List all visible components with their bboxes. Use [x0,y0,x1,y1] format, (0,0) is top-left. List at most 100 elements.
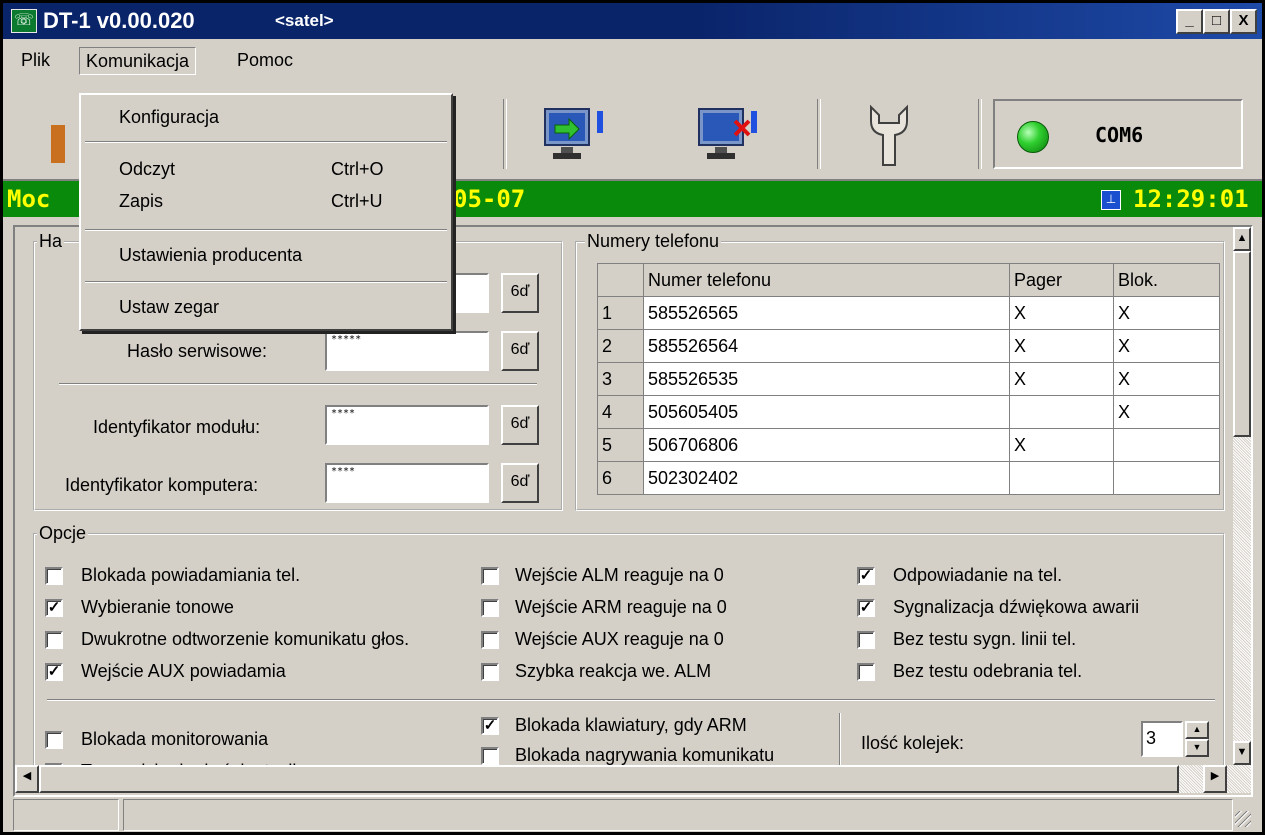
menu-plik[interactable]: Plik [15,47,56,73]
checkbox-col1-2[interactable] [45,631,63,649]
show-password-button[interactable]: 6ď [501,273,539,313]
checkbox-col3-3[interactable] [857,663,875,681]
menu-pomoc[interactable]: Pomoc [231,47,299,73]
phone-numbers-table[interactable]: Numer telefonu Pager Blok. 1 585526565 X… [597,263,1220,495]
option-label[interactable]: Wejście ARM reaguje na 0 [515,595,727,619]
resize-grip-icon[interactable] [1235,811,1251,827]
menu-item-ustawienia-producenta[interactable]: Ustawienia producenta [119,243,302,267]
blok-cell[interactable]: X [1113,296,1220,330]
menu-item-konfiguracja[interactable]: Konfiguracja [119,105,219,129]
menu-item-ustaw-zegar[interactable]: Ustaw zegar [119,295,219,319]
app-phone-icon[interactable]: ☏ [11,9,37,33]
minimize-button[interactable]: _ [1176,9,1203,34]
option-label[interactable]: Wejście ALM reaguje na 0 [515,563,724,587]
clock-time: 12:29:01 [1133,185,1249,213]
option-label[interactable]: Blokada powiadamiania tel. [81,563,300,587]
pager-cell[interactable]: X [1009,296,1114,330]
phone-number-cell[interactable]: 506706806 [643,428,1010,462]
scroll-thumb[interactable] [1233,251,1251,437]
pager-cell[interactable]: X [1009,362,1114,396]
option-label[interactable]: Wybieranie tonowe [81,595,234,619]
checkbox-lower1-0[interactable] [45,731,63,749]
option-label[interactable]: Blokada monitorowania [81,727,268,751]
status-pane [123,799,1233,831]
scroll-down-icon[interactable]: ▼ [1233,741,1251,765]
scroll-left-icon[interactable]: ◀ [15,765,39,793]
checkbox-col1-0[interactable] [45,567,63,585]
menu-item-zapis[interactable]: Zapis [119,189,163,213]
table-row[interactable]: 1 585526565 X X [597,296,1220,330]
clock-icon[interactable]: ⊥ [1101,190,1121,210]
close-button[interactable]: X [1230,9,1257,34]
computer-id-field[interactable]: **** [325,463,489,503]
phone-numbers-group: Numery telefonu Numer telefonu Pager Blo… [575,230,1225,511]
queue-count-stepper[interactable]: ▲ ▼ [1185,721,1209,757]
checkbox-col1-3[interactable]: ✓ [45,663,63,681]
table-row[interactable]: 5 506706806 X [597,428,1220,462]
service-password-field[interactable]: ***** [325,331,489,371]
stepper-down-icon[interactable]: ▼ [1185,739,1209,757]
maximize-button[interactable]: □ [1203,9,1230,34]
option-label[interactable]: Wejście AUX reaguje na 0 [515,627,724,651]
blok-cell[interactable]: X [1113,395,1220,429]
option-label[interactable]: Blokada nagrywania komunikatu [515,743,774,767]
show-computer-id-button[interactable]: 6ď [501,463,539,503]
monitor-disconnect-icon[interactable] [697,107,767,172]
queue-count-input[interactable]: 3 [1141,721,1183,757]
phone-number-cell[interactable]: 585526564 [643,329,1010,363]
window-title: DT-1 v0.00.020 [43,8,195,33]
checkbox-col3-1[interactable]: ✓ [857,599,875,617]
row-number: 3 [597,362,644,396]
blok-cell[interactable] [1113,428,1220,462]
option-label[interactable]: Sygnalizacja dźwiękowa awarii [893,595,1139,619]
menu-item-odczyt[interactable]: Odczyt [119,157,175,181]
checkbox-col2-1[interactable] [481,599,499,617]
option-label[interactable]: Blokada klawiatury, gdy ARM [515,713,747,737]
stepper-up-icon[interactable]: ▲ [1185,721,1209,739]
checkbox-col2-3[interactable] [481,663,499,681]
scroll-right-icon[interactable]: ▶ [1203,765,1227,793]
table-row[interactable]: 2 585526564 X X [597,329,1220,363]
checkbox-lower2-0[interactable]: ✓ [481,717,499,735]
phone-number-cell[interactable]: 502302402 [643,461,1010,495]
module-id-field[interactable]: **** [325,405,489,445]
menu-komunikacja[interactable]: Komunikacja [79,47,197,75]
option-label[interactable]: Wejście AUX powiadamia [81,659,286,683]
phone-number-cell[interactable]: 585526565 [643,296,1010,330]
option-label[interactable]: Bez testu odebrania tel. [893,659,1082,683]
wrench-icon[interactable] [865,103,913,174]
table-row[interactable]: 6 502302402 [597,461,1220,495]
checkbox-col3-2[interactable] [857,631,875,649]
partial-toolbar-icon[interactable] [51,125,65,163]
horizontal-scroll-thumb[interactable] [39,765,1179,793]
checkbox-lower2-1[interactable] [481,747,499,765]
table-row[interactable]: 4 505605405 X [597,395,1220,429]
vertical-scrollbar[interactable]: ▲ ▼ [1233,227,1251,765]
scroll-up-icon[interactable]: ▲ [1233,227,1251,251]
checkbox-col2-0[interactable] [481,567,499,585]
checkbox-col2-2[interactable] [481,631,499,649]
blok-cell[interactable]: X [1113,362,1220,396]
option-label[interactable]: Szybka reakcja we. ALM [515,659,711,683]
table-row[interactable]: 3 585526535 X X [597,362,1220,396]
option-label[interactable]: Bez testu sygn. linii tel. [893,627,1076,651]
title-bar[interactable]: ☏ DT-1 v0.00.020 <satel> _ □ X [3,3,1262,39]
pager-cell[interactable] [1009,395,1114,429]
pager-cell[interactable]: X [1009,329,1114,363]
table-header-pager: Pager [1009,263,1114,297]
pager-cell[interactable] [1009,461,1114,495]
service-password-label: Hasło serwisowe: [127,341,268,361]
checkbox-col1-1[interactable]: ✓ [45,599,63,617]
phone-number-cell[interactable]: 505605405 [643,395,1010,429]
pager-cell[interactable]: X [1009,428,1114,462]
show-module-id-button[interactable]: 6ď [501,405,539,445]
blok-cell[interactable]: X [1113,329,1220,363]
phone-number-cell[interactable]: 585526535 [643,362,1010,396]
horizontal-scrollbar[interactable]: ◀ ▶ [15,765,1251,793]
checkbox-col3-0[interactable]: ✓ [857,567,875,585]
blok-cell[interactable] [1113,461,1220,495]
monitor-connect-icon[interactable] [543,107,613,172]
option-label[interactable]: Odpowiadanie na tel. [893,563,1062,587]
option-label[interactable]: Dwukrotne odtworzenie komunikatu głos. [81,627,409,651]
show-service-password-button[interactable]: 6ď [501,331,539,371]
